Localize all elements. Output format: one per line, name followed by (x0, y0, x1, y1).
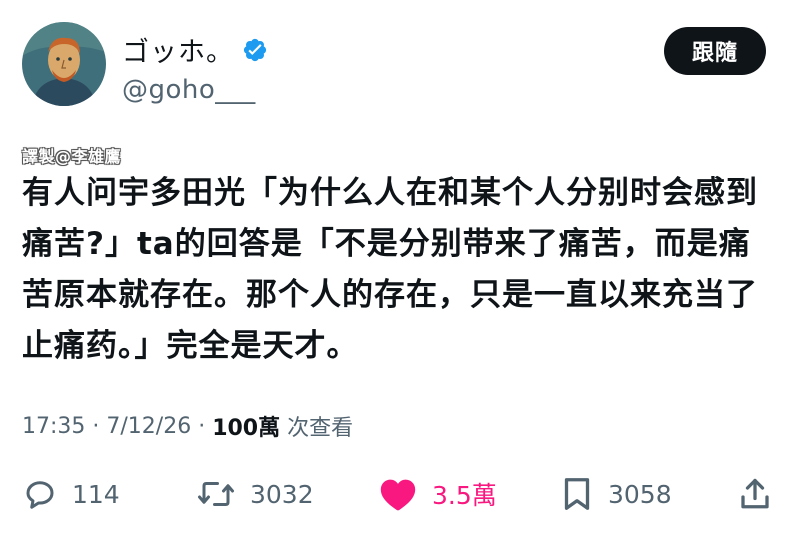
reply-icon (22, 476, 58, 512)
avatar[interactable] (22, 22, 106, 106)
like-button[interactable]: 3.5萬 (378, 470, 497, 518)
follow-button[interactable]: 跟隨 (664, 27, 766, 75)
meta-separator: · (85, 413, 107, 439)
translator-watermark: 譯製@李雄鷹 (22, 147, 122, 166)
bookmark-icon (560, 476, 594, 512)
retweet-count: 3032 (250, 479, 314, 509)
share-button[interactable] (738, 470, 772, 518)
meta-separator: · (191, 413, 213, 439)
like-count: 3.5萬 (432, 481, 497, 510)
heart-icon (378, 476, 418, 512)
bookmark-button[interactable]: 3058 (560, 470, 672, 518)
share-icon (738, 476, 772, 512)
display-name[interactable]: ゴッホ。 (122, 30, 234, 69)
retweet-icon (196, 476, 236, 512)
bookmark-count: 3058 (608, 479, 672, 509)
retweet-button[interactable]: 3032 (196, 470, 314, 518)
reply-button[interactable]: 114 (22, 470, 120, 518)
reply-count: 114 (72, 479, 120, 509)
views-label: 次查看 (280, 416, 354, 441)
tweet-meta: 17:35 · 7/12/26 · 100萬 次查看 (22, 410, 353, 442)
author-info: ゴッホ。 @goho___ (122, 30, 268, 105)
action-bar: 114 3032 3.5萬 3058 (0, 470, 800, 518)
tweet-date[interactable]: 7/12/26 (106, 414, 191, 439)
tweet-time[interactable]: 17:35 (22, 414, 85, 439)
tweet-text: 有人问宇多田光「为什么人在和某个人分别时会感到痛苦?」ta的回答是「不是分别带来… (22, 175, 758, 364)
user-handle[interactable]: @goho___ (122, 75, 268, 105)
views-count[interactable]: 100萬 (212, 410, 280, 442)
verified-badge-icon (242, 37, 268, 63)
